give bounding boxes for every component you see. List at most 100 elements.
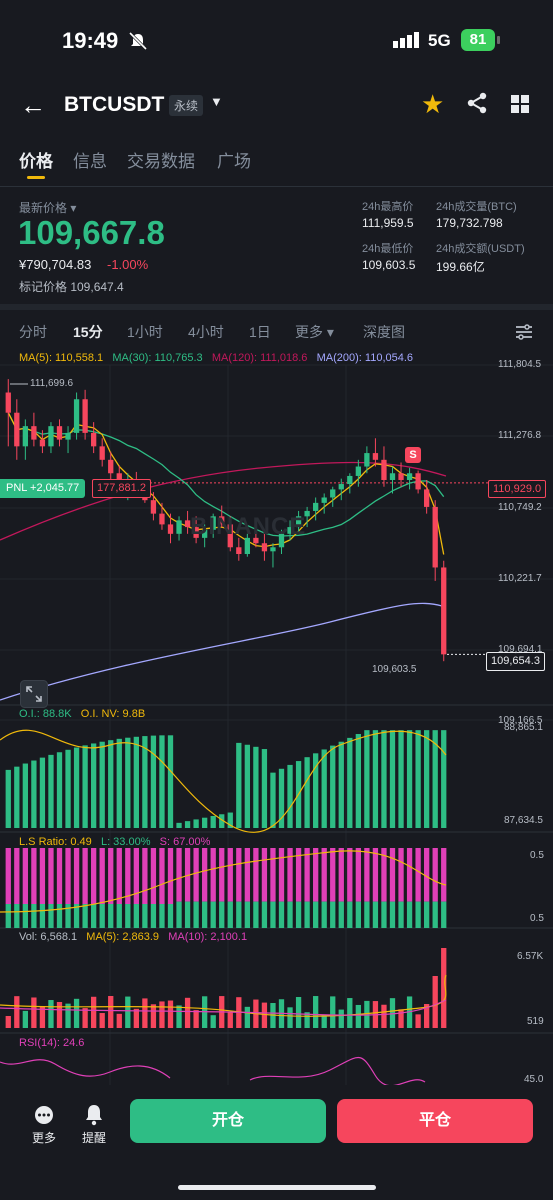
ls-short-bar bbox=[278, 848, 285, 902]
ls-short-bar bbox=[14, 848, 20, 904]
ls-short-bar bbox=[39, 848, 46, 904]
share-icon[interactable] bbox=[466, 92, 488, 114]
oi-bar bbox=[244, 744, 250, 828]
close-position-button[interactable]: 平仓 bbox=[337, 1099, 533, 1143]
ls-short-bar bbox=[330, 848, 336, 902]
back-arrow-icon[interactable]: ← bbox=[20, 90, 46, 121]
ls-long-bar bbox=[150, 904, 157, 928]
candle-body bbox=[22, 426, 28, 447]
vol-usdt-value: 199.66亿 bbox=[436, 260, 485, 274]
symbol-dropdown-icon[interactable]: ▼ bbox=[210, 94, 223, 109]
chart-settings-icon[interactable] bbox=[515, 324, 533, 340]
ls-long-bar bbox=[415, 901, 421, 928]
price-change: -1.00% bbox=[107, 257, 149, 272]
rsi-line bbox=[0, 1057, 426, 1085]
candle-body bbox=[347, 475, 353, 485]
tf-more[interactable]: 更多 ▾ bbox=[295, 322, 334, 342]
oi-bar bbox=[167, 735, 174, 828]
tab-price[interactable]: 价格 bbox=[19, 147, 53, 172]
ls-long-bar bbox=[424, 901, 430, 928]
oi-bar bbox=[253, 746, 259, 828]
favorite-star-icon[interactable]: ★ bbox=[421, 89, 444, 120]
volume-bar bbox=[184, 997, 191, 1028]
candle-body bbox=[236, 547, 242, 555]
sell-marker[interactable]: S bbox=[405, 447, 421, 463]
volume-bar bbox=[193, 1010, 199, 1028]
vol-usdt-label: 24h成交额(USDT) bbox=[436, 243, 525, 255]
volume-bar bbox=[355, 1004, 361, 1028]
ls-long-label: L: 33.00% bbox=[100, 836, 151, 848]
candle-body bbox=[398, 473, 404, 480]
more-dots-icon[interactable] bbox=[34, 1105, 54, 1125]
ls-short-bar bbox=[432, 848, 438, 902]
candle-body bbox=[338, 484, 344, 490]
oi-bar bbox=[48, 754, 54, 828]
ls-short-bar bbox=[244, 848, 250, 902]
ls-short-bar bbox=[116, 848, 122, 904]
ls-short-bar bbox=[133, 848, 139, 904]
last-price: 109,667.8 bbox=[18, 214, 165, 251]
oi-bar bbox=[150, 735, 157, 828]
ls-short-bar bbox=[176, 848, 182, 902]
tab-trading-data[interactable]: 交易数据 bbox=[127, 147, 195, 172]
volume-bar bbox=[133, 1008, 139, 1028]
open-position-button[interactable]: 开仓 bbox=[130, 1099, 326, 1143]
ls-short-bar bbox=[415, 848, 421, 902]
vol-legend: Vol: 6,568.1 MA(5): 2,863.9 MA(10): 2,10… bbox=[19, 931, 247, 943]
ls-long-bar bbox=[261, 901, 268, 928]
tf-15m[interactable]: 15分 bbox=[73, 322, 103, 342]
more-label[interactable]: 更多 bbox=[32, 1129, 56, 1146]
oi-bar bbox=[133, 736, 139, 828]
ls-short-bar bbox=[210, 848, 216, 902]
ls-short-bar bbox=[372, 848, 379, 902]
fullscreen-icon[interactable] bbox=[20, 680, 48, 708]
tf-depth[interactable]: 深度图 bbox=[363, 322, 405, 342]
tab-info[interactable]: 信息 bbox=[73, 147, 107, 172]
ma200-line bbox=[0, 602, 443, 701]
tab-square[interactable]: 广场 bbox=[217, 147, 251, 172]
axis-label: 111,276.8 bbox=[498, 430, 542, 441]
pnl-badge[interactable]: PNL +2,045.77 bbox=[0, 479, 86, 498]
tf-1h[interactable]: 1小时 bbox=[127, 322, 163, 342]
ls-short-bar bbox=[31, 848, 37, 904]
order-price-tag: 110,929.0 bbox=[488, 480, 547, 498]
oi-bar bbox=[193, 819, 199, 828]
signal-icon bbox=[393, 32, 419, 48]
axis-label: 110,749.2 bbox=[498, 502, 542, 513]
ls-long-bar bbox=[176, 901, 182, 928]
ls-long-bar bbox=[244, 901, 250, 928]
layout-grid-icon[interactable] bbox=[511, 95, 529, 113]
tf-4h[interactable]: 4小时 bbox=[188, 322, 224, 342]
ls-long-bar bbox=[304, 901, 310, 928]
tf-line[interactable]: 分时 bbox=[19, 322, 47, 342]
ls-long-bar bbox=[441, 901, 447, 928]
oi-bar bbox=[14, 766, 20, 828]
axis-label: 110,221.7 bbox=[498, 573, 542, 584]
alert-label[interactable]: 提醒 bbox=[82, 1129, 106, 1146]
ls-long-bar bbox=[14, 904, 20, 928]
bottom-action-bar: 更多 提醒 开仓 平仓 bbox=[0, 1085, 553, 1200]
candle-body bbox=[381, 459, 387, 480]
low-marker: 109,603.5 bbox=[372, 664, 417, 675]
oi-bar bbox=[91, 743, 97, 828]
ls-short-bar bbox=[406, 848, 413, 902]
oi-bar bbox=[398, 730, 404, 828]
oi-nv-label: O.I. NV: 9.8B bbox=[80, 708, 146, 720]
candle-body bbox=[56, 426, 63, 440]
volume-bar bbox=[167, 1000, 174, 1028]
symbol-name[interactable]: BTCUSDT bbox=[64, 93, 164, 117]
ls-short-bar bbox=[313, 848, 319, 902]
oi-bar bbox=[304, 757, 310, 828]
ls-long-bar bbox=[56, 904, 63, 928]
ls-short-bar bbox=[441, 848, 447, 902]
ls-long-bar bbox=[159, 904, 165, 928]
alert-bell-icon[interactable] bbox=[84, 1104, 104, 1126]
watermark: BINANCE bbox=[190, 513, 307, 540]
tf-1d[interactable]: 1日 bbox=[249, 322, 271, 342]
symbol-header: ← BTCUSDT 永续 ▼ ★ bbox=[0, 86, 553, 126]
ls-long-bar bbox=[287, 901, 293, 928]
ls-long-bar bbox=[338, 901, 344, 928]
vol-btc-label: 24h成交量(BTC) bbox=[436, 201, 517, 213]
oi-bar bbox=[372, 730, 379, 828]
oi-bar bbox=[330, 745, 336, 828]
